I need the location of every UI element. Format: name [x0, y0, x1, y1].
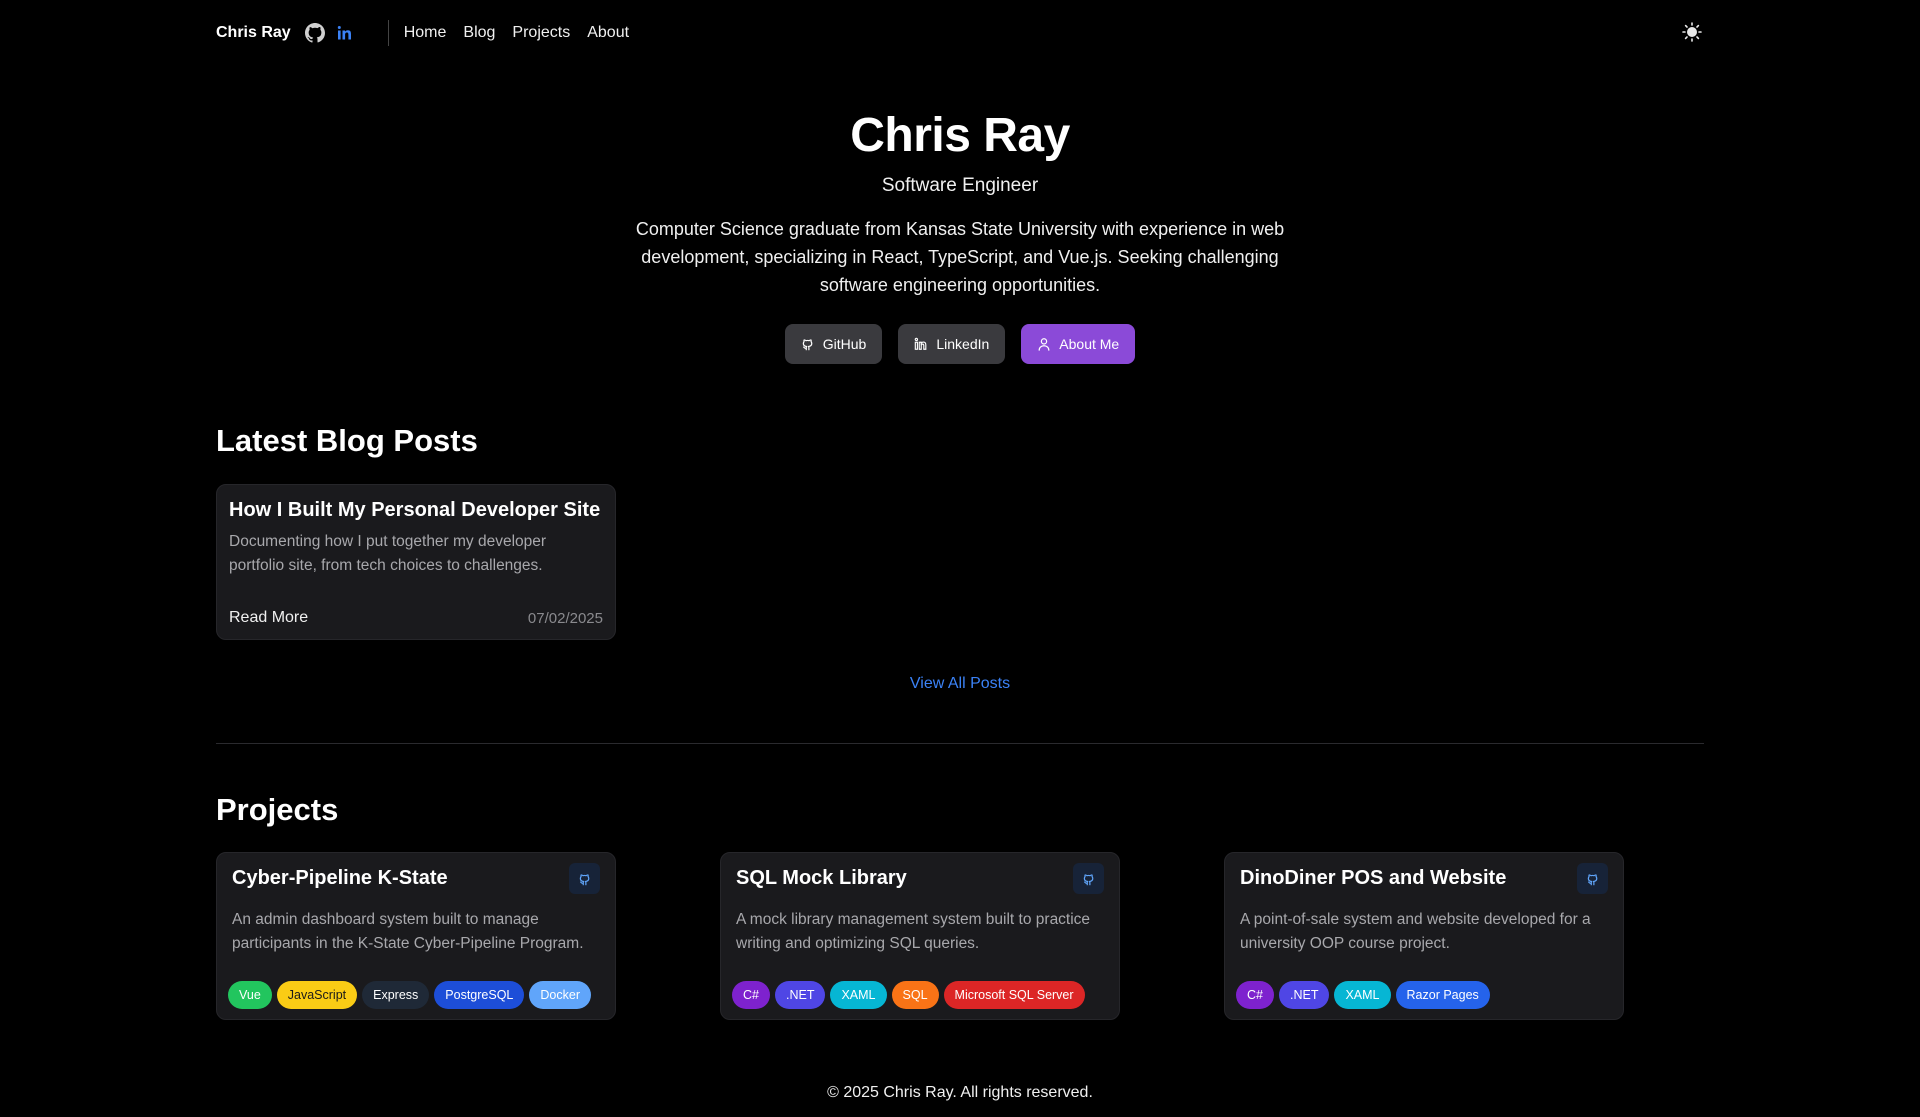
blog-post-date: 07/02/2025: [527, 609, 603, 627]
brand-name[interactable]: Chris Ray: [216, 24, 291, 42]
tech-tag: Razor Pages: [1395, 981, 1490, 1009]
github-icon: [579, 873, 589, 885]
tech-tag: XAML: [830, 981, 887, 1009]
project-tags: C# .NET XAML SQL Microsoft SQL Server: [732, 981, 1085, 1009]
nav-link-projects[interactable]: Projects: [512, 24, 570, 42]
nav-divider: [387, 20, 389, 46]
project-title[interactable]: DinoDiner POS and Website: [1240, 867, 1611, 890]
project-tags: C# .NET XAML Razor Pages: [1236, 981, 1490, 1009]
github-icon: [1083, 873, 1093, 885]
blog-post-card[interactable]: How I Built My Personal Developer Site D…: [216, 484, 616, 640]
tech-tag: Microsoft SQL Server: [943, 981, 1085, 1009]
about-me-button-label: About Me: [1059, 336, 1120, 352]
tech-tag: Express: [362, 981, 430, 1009]
linkedin-button[interactable]: LinkedIn: [898, 324, 1006, 364]
nav-link-blog[interactable]: Blog: [463, 24, 495, 42]
tech-tag: .NET: [774, 981, 826, 1009]
github-button-label: GitHub: [822, 336, 867, 352]
hero-role: Software Engineer: [881, 175, 1039, 196]
blog-post-description: Documenting how I put together my develo…: [229, 533, 547, 574]
nav-link-home[interactable]: Home: [404, 24, 447, 42]
footer-copyright: © 2025 Chris Ray. All rights reserved.: [827, 1084, 1093, 1101]
project-description: An admin dashboard system built to manag…: [232, 911, 584, 952]
project-github-button[interactable]: [1073, 863, 1104, 894]
hero-description: Computer Science graduate from Kansas St…: [635, 219, 1285, 295]
project-tags: Vue JavaScript Express PostgreSQL Docker: [228, 981, 591, 1009]
about-me-button[interactable]: About Me: [1021, 324, 1136, 364]
sun-icon: [1682, 22, 1702, 42]
github-button[interactable]: GitHub: [784, 324, 883, 364]
project-title[interactable]: SQL Mock Library: [736, 867, 1107, 890]
project-card-cyber-pipeline[interactable]: Cyber-Pipeline K-State An admin dashboar…: [216, 852, 616, 1020]
section-divider: [216, 743, 1704, 744]
user-icon: [1038, 338, 1050, 351]
tech-tag: XAML: [1334, 981, 1391, 1009]
hero-buttons: GitHub LinkedIn About Me: [0, 324, 1920, 364]
tech-tag: JavaScript: [276, 981, 358, 1009]
tech-tag: C#: [1236, 981, 1274, 1009]
project-title[interactable]: Cyber-Pipeline K-State: [232, 867, 603, 890]
github-icon: [1587, 873, 1597, 885]
blog-section-title: Latest Blog Posts: [216, 423, 478, 458]
read-more-link[interactable]: Read More: [229, 609, 308, 627]
tech-tag: C#: [732, 981, 770, 1009]
linkedin-button-label: LinkedIn: [936, 336, 990, 352]
tech-tag: SQL: [891, 981, 939, 1009]
projects-section-title: Projects: [216, 792, 339, 827]
project-card-sql-mock-library[interactable]: SQL Mock Library A mock library manageme…: [720, 852, 1120, 1020]
tech-tag: Docker: [529, 981, 591, 1009]
theme-toggle-button[interactable]: [1681, 21, 1703, 43]
github-icon[interactable]: [304, 22, 326, 44]
blog-post-footer: Read More 07/02/2025: [229, 609, 603, 627]
view-all-posts-link[interactable]: View All Posts: [0, 675, 1920, 693]
project-description: A mock library management system built t…: [736, 911, 1091, 952]
hero-name: Chris Ray: [850, 109, 1070, 162]
project-description: A point-of-sale system and website devel…: [1240, 911, 1591, 952]
blog-post-title[interactable]: How I Built My Personal Developer Site: [229, 499, 603, 522]
github-icon: [802, 339, 813, 351]
navbar: Chris Ray Home Blog Projects About: [216, 18, 646, 48]
tech-tag: .NET: [1278, 981, 1330, 1009]
project-github-button[interactable]: [569, 863, 600, 894]
tech-tag: PostgreSQL: [434, 981, 525, 1009]
linkedin-icon[interactable]: [334, 22, 356, 44]
project-github-button[interactable]: [1577, 863, 1608, 894]
linkedin-icon: [915, 337, 927, 350]
project-card-dinodiner[interactable]: DinoDiner POS and Website A point-of-sal…: [1224, 852, 1624, 1020]
tech-tag: Vue: [228, 981, 272, 1009]
nav-link-about[interactable]: About: [587, 24, 629, 42]
hero-section: Chris Ray Software Engineer Computer Sci…: [0, 108, 1920, 364]
